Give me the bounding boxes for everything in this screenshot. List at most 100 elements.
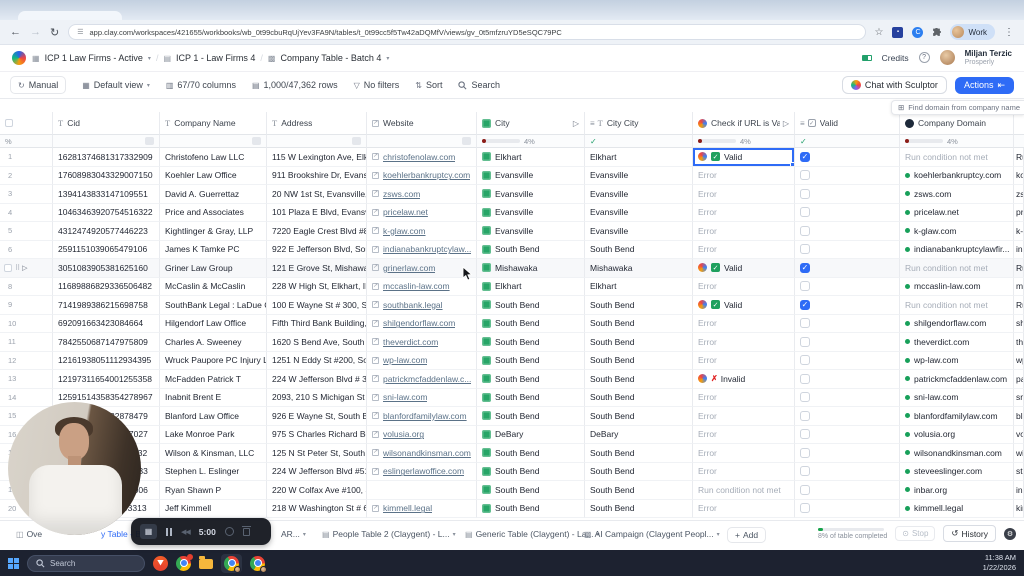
row-number-cell[interactable]: 5: [0, 222, 53, 241]
cell-cid[interactable]: 2591151039065479106: [53, 240, 160, 259]
cell-company-name[interactable]: Ryan Shawn P: [160, 481, 267, 500]
cell-company-name[interactable]: Wilson & Kinsman, LLC: [160, 444, 267, 463]
column-header-sliver[interactable]: [1014, 112, 1024, 135]
summary-icon[interactable]: [145, 137, 154, 145]
cell-city[interactable]: South Bend: [477, 333, 585, 352]
cell-valid[interactable]: [795, 499, 900, 518]
website-link[interactable]: sni-law.com: [383, 392, 427, 402]
cell-website[interactable]: wilsonandkinsman.com: [367, 444, 477, 463]
cell-website[interactable]: blanfordfamilylaw.com: [367, 407, 477, 426]
browser-menu-icon[interactable]: ⋮: [1004, 27, 1014, 38]
cell-address[interactable]: Fifth Third Bank Building, 2...: [267, 314, 367, 333]
cell-valid[interactable]: [795, 222, 900, 241]
cell-company-name[interactable]: SouthBank Legal : LaDue Cu...: [160, 296, 267, 315]
cell-city[interactable]: South Bend: [477, 314, 585, 333]
cell-company-name[interactable]: Charles A. Sweeney: [160, 333, 267, 352]
cell-cid[interactable]: 7141989386215698758: [53, 296, 160, 315]
cell-next-column-sliver[interactable]: Run condition not met: [1014, 259, 1024, 278]
cell-valid[interactable]: [795, 240, 900, 259]
cell-city[interactable]: South Bend: [477, 481, 585, 500]
run-column-button[interactable]: ▷: [570, 119, 579, 128]
cell-check-url[interactable]: ✗ Invalid: [693, 370, 795, 389]
cell-next-column-sliver[interactable]: patrickmcfaddenlaw.com: [1014, 370, 1024, 389]
cell-city-city[interactable]: South Bend: [585, 499, 693, 518]
row-number-cell[interactable]: 11: [0, 333, 53, 352]
cell-check-url[interactable]: Error: [693, 444, 795, 463]
tab-people-table-2[interactable]: ▤ People Table 2 (Claygent) - L... ▾: [322, 529, 456, 539]
website-link[interactable]: zsws.com: [383, 189, 420, 199]
cell-address[interactable]: 975 S Charles Richard Beall ...: [267, 425, 367, 444]
website-link[interactable]: k-glaw.com: [383, 226, 426, 236]
cell-address[interactable]: 224 W Jefferson Blvd # 305...: [267, 370, 367, 389]
website-link[interactable]: theverdict.com: [383, 337, 438, 347]
website-link[interactable]: wp-law.com: [383, 355, 427, 365]
cell-website[interactable]: theverdict.com: [367, 333, 477, 352]
cell-city-city[interactable]: Evansville: [585, 166, 693, 185]
cell-valid[interactable]: [795, 370, 900, 389]
select-all-checkbox[interactable]: [5, 119, 13, 127]
extensions-puzzle-icon[interactable]: [932, 27, 942, 37]
cell-website[interactable]: wp-law.com: [367, 351, 477, 370]
cell-city[interactable]: South Bend: [477, 407, 585, 426]
cell-cid[interactable]: 11689886829336506482: [53, 277, 160, 296]
cell-city[interactable]: South Bend: [477, 370, 585, 389]
chrome-profile-1-icon[interactable]: [224, 555, 241, 573]
cell-company-name[interactable]: Hilgendorf Law Office: [160, 314, 267, 333]
cell-check-url[interactable]: Error: [693, 462, 795, 481]
cell-company-domain[interactable]: mccaslin-law.com: [900, 277, 1014, 296]
view-selector[interactable]: ▦ Default view ▾: [82, 80, 150, 90]
cell-next-column-sliver[interactable]: Run condition not met: [1014, 296, 1024, 315]
cell-valid[interactable]: ✓: [795, 148, 900, 167]
cell-check-url[interactable]: Error: [693, 333, 795, 352]
cell-website[interactable]: volusia.org: [367, 425, 477, 444]
cell-city[interactable]: Elkhart: [477, 148, 585, 167]
cell-company-domain[interactable]: wp-law.com: [900, 351, 1014, 370]
cell-valid[interactable]: [795, 407, 900, 426]
cell-website[interactable]: koehlerbankruptcy.com: [367, 166, 477, 185]
valid-checkbox[interactable]: [800, 336, 810, 347]
row-number-cell[interactable]: 12: [0, 351, 53, 370]
cell-company-name[interactable]: McCaslin & McCaslin: [160, 277, 267, 296]
cell-city-city[interactable]: South Bend: [585, 240, 693, 259]
cell-address[interactable]: 922 E Jefferson Blvd, South ...: [267, 240, 367, 259]
cell-valid[interactable]: [795, 425, 900, 444]
cell-address[interactable]: 1620 S Bend Ave, South Be...: [267, 333, 367, 352]
cell-check-url[interactable]: Error: [693, 499, 795, 518]
extension-icon-1[interactable]: ▪: [892, 26, 904, 38]
website-link[interactable]: wilsonandkinsman.com: [383, 448, 471, 458]
windows-start-icon[interactable]: [8, 557, 19, 569]
run-row-button[interactable]: ▷: [22, 264, 27, 272]
selection-fill-handle[interactable]: [790, 161, 794, 166]
summary-icon[interactable]: [352, 137, 361, 145]
browser-tab[interactable]: [18, 11, 122, 20]
cell-city[interactable]: South Bend: [477, 296, 585, 315]
reload-icon[interactable]: ↻: [50, 26, 59, 39]
forward-icon[interactable]: →: [30, 26, 41, 38]
cell-city[interactable]: South Bend: [477, 240, 585, 259]
cell-check-url[interactable]: Error: [693, 222, 795, 241]
cell-next-column-sliver[interactable]: wilsonandkinsman.com: [1014, 444, 1024, 463]
tab-generic-table[interactable]: ▤ Generic Table (Claygent) - La... ▾: [465, 529, 600, 539]
cell-website[interactable]: kimmell.legal: [367, 499, 477, 518]
valid-checkbox[interactable]: [800, 466, 810, 477]
taskbar-clock[interactable]: 11:38 AM 1/22/2026: [983, 553, 1016, 573]
valid-checkbox[interactable]: ✓: [800, 262, 810, 273]
cell-check-url[interactable]: ✓ Valid: [693, 148, 795, 167]
cell-next-column-sliver[interactable]: shilgendorflaw.com: [1014, 314, 1024, 333]
cell-website[interactable]: patrickmcfaddenlaw.c...: [367, 370, 477, 389]
column-header-valid[interactable]: ≡ ✓ Valid: [795, 112, 900, 135]
row-number-cell[interactable]: 1: [0, 148, 53, 167]
cell-next-column-sliver[interactable]: mccaslin-law.com: [1014, 277, 1024, 296]
cell-address[interactable]: 2093, 210 S Michigan St # 5...: [267, 388, 367, 407]
valid-checkbox[interactable]: [800, 392, 810, 403]
valid-checkbox[interactable]: [800, 170, 810, 181]
restart-icon[interactable]: [224, 527, 234, 536]
brave-icon[interactable]: [153, 555, 168, 571]
cell-city-city[interactable]: Elkhart: [585, 277, 693, 296]
cell-website[interactable]: pricelaw.net: [367, 203, 477, 222]
cell-cid[interactable]: 12161938051112934395: [53, 351, 160, 370]
cell-next-column-sliver[interactable]: volusia.org: [1014, 425, 1024, 444]
cell-cid[interactable]: 12197311654001255358: [53, 370, 160, 389]
cell-city[interactable]: South Bend: [477, 444, 585, 463]
sort-button[interactable]: ⇅ Sort: [415, 80, 442, 90]
